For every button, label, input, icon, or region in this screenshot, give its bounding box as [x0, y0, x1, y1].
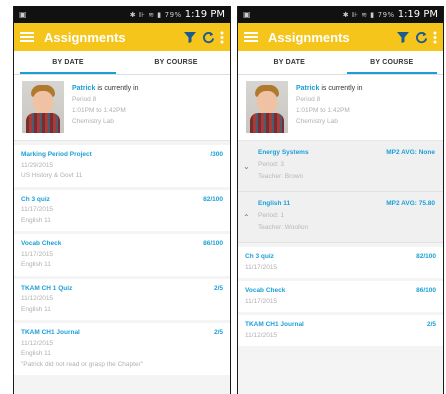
student-status-card: Patrick is currently in Period 8 1:01PM … [14, 75, 230, 141]
battery-percent: 79% [377, 10, 395, 19]
app-title: Assignments [44, 29, 126, 45]
assignment-score: 2/5 [213, 284, 223, 292]
student-name: Patrick [296, 85, 320, 92]
app-bar: Assignments [238, 23, 443, 51]
assignment-score: 86/100 [203, 240, 223, 247]
assignment-score: 2/5 [213, 329, 223, 336]
assignment-comment: "Patrick did not read or grasp the Chapt… [21, 360, 144, 368]
course-row-energy-systems[interactable]: ⌄ Energy Systems MP2 AVG: None Period: 3 … [238, 141, 443, 192]
list-item[interactable]: TKAM CH1 Journal 2/5 11/12/2015 [238, 315, 443, 346]
tab-bar: BY DATE BY COURSE [14, 51, 230, 75]
assignment-title: Vocab Check [245, 287, 286, 294]
refresh-icon[interactable] [415, 31, 428, 44]
notification-icon: ▣ [243, 10, 251, 19]
course-period: Period: 1 [258, 212, 285, 219]
app-title: Assignments [268, 29, 350, 45]
course-row-english-11[interactable]: ⌃ English 11 MP2 AVG: 75.80 Period: 1 Tea… [238, 192, 443, 243]
assignment-course: English 11 [21, 216, 51, 224]
assignment-date: 11/17/2015 [21, 206, 54, 213]
list-item[interactable]: Ch 3 quiz 82/100 11/17/2015 [238, 247, 443, 278]
assignment-date: 11/12/2015 [21, 339, 54, 347]
student-room: Chemistry Lab [72, 118, 114, 125]
assignment-title: TKAM CH1 Journal [245, 321, 304, 328]
status-time: 1:19 PM [397, 9, 438, 20]
course-average: MP2 AVG: None [386, 149, 435, 156]
assignment-course: US History & Govt 11 [21, 172, 83, 179]
tab-by-date[interactable]: BY DATE [14, 51, 122, 74]
tab-by-course[interactable]: BY COURSE [341, 51, 444, 74]
assignment-date: 11/17/2015 [245, 263, 278, 271]
more-vert-icon[interactable] [220, 31, 224, 44]
tab-by-date[interactable]: BY DATE [238, 51, 341, 74]
more-vert-icon[interactable] [433, 31, 437, 44]
course-period: Period: 3 [258, 161, 285, 168]
assignment-course: English 11 [21, 350, 51, 357]
signal-icons: ✱ ⊪ ≋ ▮ [342, 10, 375, 19]
student-avatar [246, 81, 288, 133]
refresh-icon[interactable] [202, 31, 215, 44]
battery-percent: 79% [164, 10, 182, 19]
assignment-title: Ch 3 quiz [21, 195, 50, 203]
student-avatar [22, 81, 64, 133]
student-time: 1:01PM to 1:42PM [296, 107, 350, 114]
tab-by-course[interactable]: BY COURSE [122, 51, 230, 74]
student-status-card: Patrick is currently in Period 8 1:01PM … [238, 75, 443, 141]
assignment-title: TKAM CH1 Journal [21, 329, 80, 336]
assignment-title: Marking Period Project [21, 151, 92, 158]
assignment-score: 2/5 [426, 321, 436, 328]
notification-icon: ▣ [19, 10, 27, 19]
status-bar: ▣ ✱ ⊪ ≋ ▮ 79% 1:19 PM [14, 6, 230, 23]
phone-by-course: ▣ ✱ ⊪ ≋ ▮ 79% 1:19 PM Assignments BY DAT… [237, 6, 444, 394]
chevron-down-icon[interactable]: ⌄ [243, 161, 250, 173]
course-name: English 11 [258, 200, 291, 207]
assignment-title: Ch 3 quiz [245, 253, 274, 260]
status-bar: ▣ ✱ ⊪ ≋ ▮ 79% 1:19 PM [238, 6, 443, 23]
signal-icons: ✱ ⊪ ≋ ▮ [129, 10, 162, 19]
status-time: 1:19 PM [184, 9, 225, 20]
assignment-title: Vocab Check [21, 240, 62, 247]
student-period: Period 8 [72, 96, 97, 103]
chevron-up-icon[interactable]: ⌃ [243, 212, 250, 224]
student-time: 1:01PM to 1:42PM [72, 107, 126, 114]
assignment-score: 86/100 [416, 287, 436, 294]
hamburger-menu-icon[interactable] [20, 32, 34, 42]
student-name: Patrick [72, 85, 96, 92]
student-status: is currently in [321, 85, 363, 92]
list-item[interactable]: TKAM CH 1 Quiz 2/5 11/12/2015 English 11 [14, 278, 230, 320]
course-name: Energy Systems [258, 149, 309, 156]
list-item[interactable]: Marking Period Project/300 11/29/2015 US… [14, 145, 230, 187]
app-bar: Assignments [14, 23, 230, 51]
course-average: MP2 AVG: 75.80 [386, 200, 435, 207]
assignment-score: 82/100 [203, 195, 223, 203]
tab-bar: BY DATE BY COURSE [238, 51, 443, 75]
student-room: Chemistry Lab [296, 118, 338, 125]
assignment-date: 11/12/2015 [21, 295, 54, 302]
phone-by-date: ▣ ✱ ⊪ ≋ ▮ 79% 1:19 PM Assignments BY DAT… [13, 6, 231, 394]
list-item[interactable]: Vocab Check 86/100 11/17/2015 English 11 [14, 234, 230, 276]
course-teacher: Teacher: Brown [258, 173, 304, 180]
list-item[interactable]: TKAM CH1 Journal 2/5 11/12/2015 English 1… [14, 323, 230, 375]
assignment-date: 11/17/2015 [245, 297, 278, 305]
student-status: is currently in [97, 85, 139, 92]
assignment-course: English 11 [21, 305, 51, 313]
filter-icon[interactable] [396, 30, 410, 44]
assignment-title: TKAM CH 1 Quiz [21, 284, 73, 292]
hamburger-menu-icon[interactable] [244, 32, 258, 42]
assignment-date: 11/17/2015 [21, 250, 54, 258]
course-teacher: Teacher: Woollon [258, 224, 309, 231]
filter-icon[interactable] [183, 30, 197, 44]
assignment-date: 11/29/2015 [21, 161, 54, 169]
assignment-course: English 11 [21, 261, 51, 268]
assignment-score: 82/100 [416, 253, 436, 260]
assignment-date: 11/12/2015 [245, 331, 278, 339]
list-item[interactable]: Vocab Check 86/100 11/17/2015 [238, 281, 443, 312]
list-item[interactable]: Ch 3 quiz 82/100 11/17/2015 English 11 [14, 189, 230, 231]
assignment-score: /300 [210, 151, 223, 158]
student-period: Period 8 [296, 96, 321, 103]
